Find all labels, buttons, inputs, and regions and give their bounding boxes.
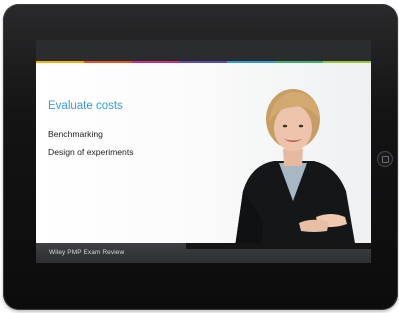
home-button-icon[interactable] <box>377 151 393 167</box>
slide-bullet: Design of experiments <box>48 147 134 157</box>
presenter-image <box>207 89 358 261</box>
player-top-bar <box>36 40 371 61</box>
video-player[interactable]: Evaluate costs Benchmarking Design of ex… <box>36 40 371 263</box>
slide-content: Evaluate costs Benchmarking Design of ex… <box>36 63 371 261</box>
slide-title: Evaluate costs <box>48 100 123 112</box>
slide-bullet: Benchmarking <box>48 129 103 139</box>
tablet-frame: Evaluate costs Benchmarking Design of ex… <box>3 4 398 310</box>
course-label: Wiley PMP Exam Review <box>49 249 125 256</box>
presenter-desk <box>186 243 371 249</box>
